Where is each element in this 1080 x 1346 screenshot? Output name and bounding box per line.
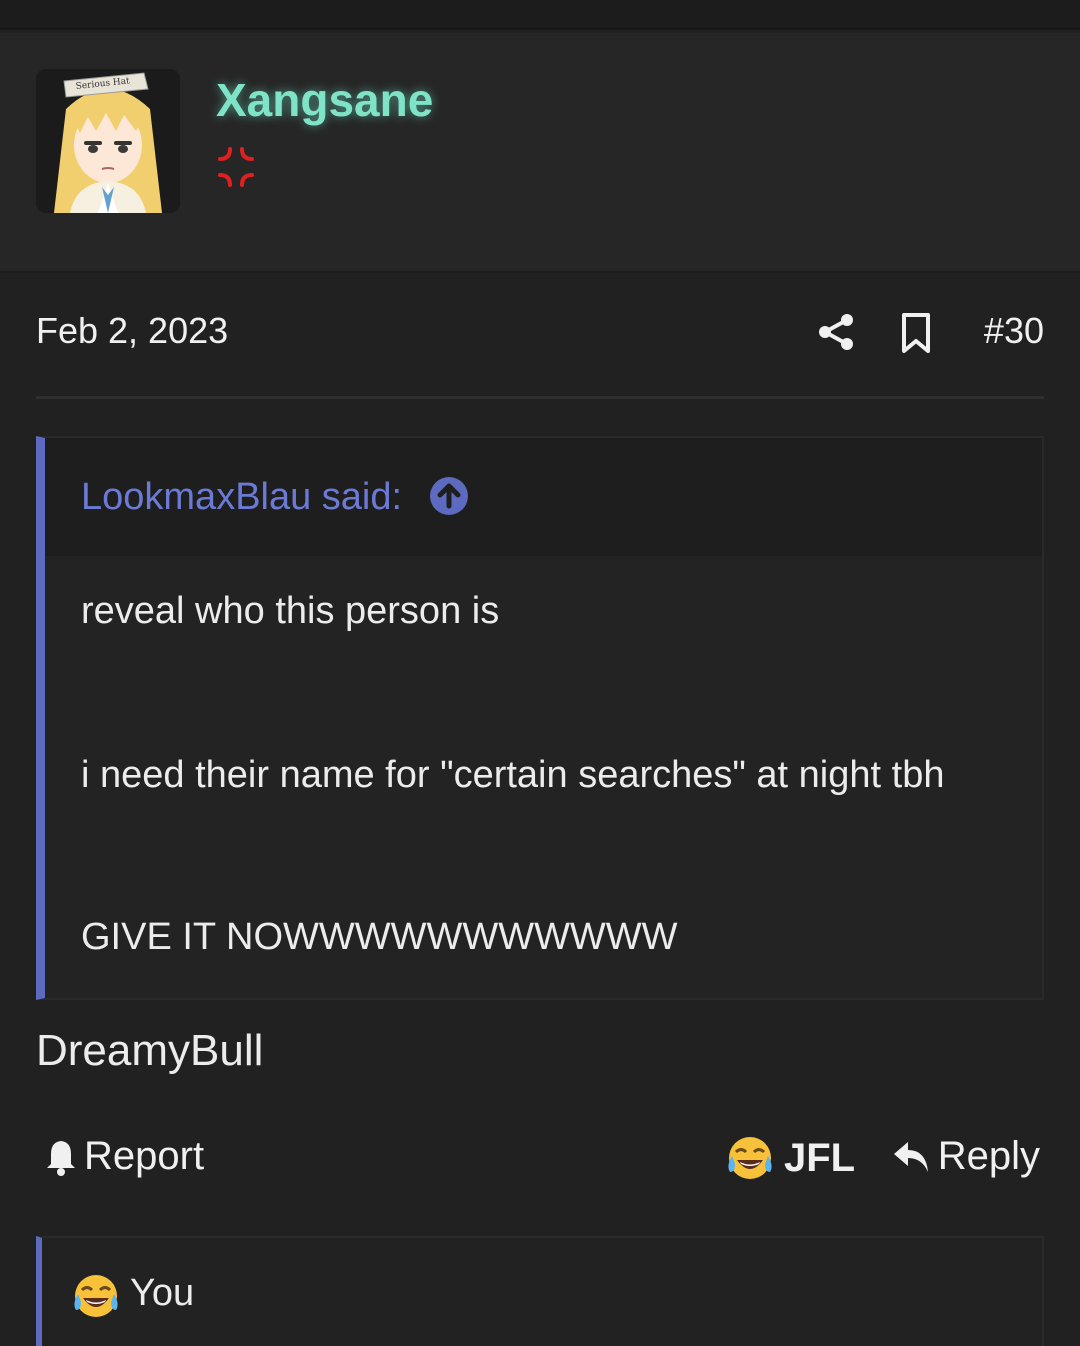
bell-icon (47, 1140, 75, 1176)
username[interactable]: Xangsane (216, 73, 433, 127)
reactions-bar[interactable]: You (36, 1236, 1044, 1346)
post-body: DreamyBull (36, 1026, 264, 1075)
reply-label: Reply (937, 1134, 1040, 1178)
reaction-user-link[interactable]: You (130, 1272, 194, 1315)
laughing-crying-emoji-icon (728, 1137, 772, 1179)
anger-symbol-icon (218, 147, 254, 187)
reply-button[interactable]: Reply (892, 1134, 1040, 1179)
report-label: Report (84, 1134, 205, 1178)
top-bar (0, 0, 1080, 30)
report-button[interactable]: Report (44, 1134, 204, 1179)
arrow-up-circle-icon[interactable] (429, 476, 469, 516)
quote-line: GIVE IT NOWWWWWWWWWWW (81, 916, 678, 958)
post-meta: Feb 2, 2023 #30 (36, 310, 1044, 360)
reply-arrow-icon (893, 1141, 928, 1172)
jfl-reaction-button[interactable]: JFL (726, 1134, 855, 1182)
share-icon[interactable] (816, 312, 856, 352)
meta-divider (36, 396, 1044, 399)
avatar[interactable]: Serious Hat (36, 69, 180, 213)
bookmark-icon[interactable] (898, 312, 934, 354)
quote-header: LookmaxBlau said: (45, 438, 1042, 556)
jfl-label: JFL (784, 1135, 856, 1180)
post-actions: Report JFL Reply (36, 1134, 1044, 1188)
header-pointer (76, 273, 140, 305)
post-user-header: Serious Hat Xangsane (0, 33, 1080, 305)
quote-line: i need their name for "certain searches"… (81, 754, 945, 796)
quote-line: reveal who this person is (81, 590, 500, 632)
quote-author-link[interactable]: LookmaxBlau said: (81, 476, 402, 519)
laughing-crying-emoji-icon (74, 1275, 118, 1317)
post-number-link[interactable]: #30 (984, 310, 1044, 352)
quote-block: LookmaxBlau said: reveal who this person… (36, 436, 1044, 1000)
post-date[interactable]: Feb 2, 2023 (36, 310, 228, 352)
